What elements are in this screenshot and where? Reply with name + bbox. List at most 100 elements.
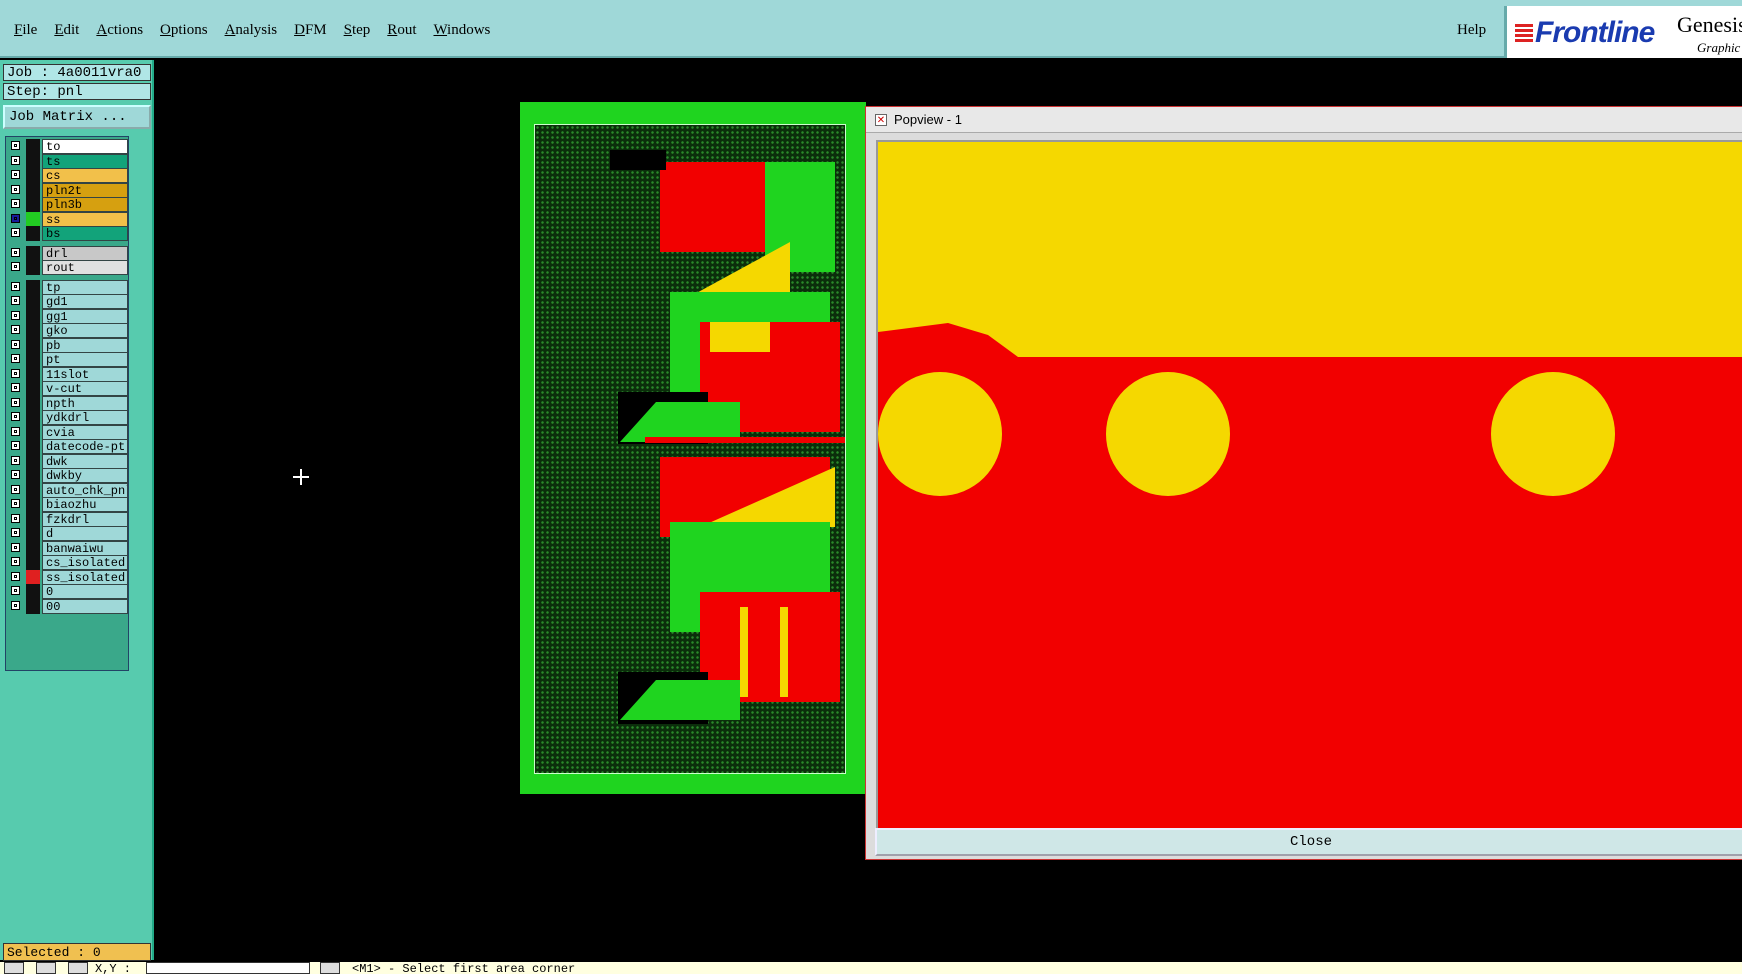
- layer-name[interactable]: 11slot: [42, 366, 128, 382]
- menu-edit[interactable]: Edit: [54, 22, 79, 39]
- layer-row[interactable]: biaozhu: [6, 497, 128, 512]
- layer-checkbox[interactable]: [11, 484, 20, 494]
- menu-dfm[interactable]: DFM: [294, 22, 327, 39]
- layer-name[interactable]: pln3b: [42, 197, 128, 212]
- job-matrix-button[interactable]: Job Matrix ...: [3, 105, 151, 129]
- layer-row[interactable]: cs: [6, 168, 128, 183]
- menu-analysis[interactable]: Analysis: [225, 22, 278, 39]
- layer-row[interactable]: pt: [6, 352, 128, 367]
- layer-row[interactable]: drl: [6, 245, 128, 261]
- layer-color-swatch[interactable]: [26, 526, 40, 541]
- layer-row[interactable]: gd1: [6, 294, 128, 309]
- layer-checkbox[interactable]: [11, 325, 20, 334]
- layer-checkbox[interactable]: [11, 141, 20, 150]
- layer-name[interactable]: ss_isolated: [42, 569, 128, 585]
- layer-checkbox[interactable]: [11, 262, 20, 271]
- menu-windows[interactable]: Windows: [433, 22, 490, 39]
- layer-name[interactable]: npth: [42, 395, 128, 411]
- layer-color-swatch[interactable]: [26, 511, 40, 527]
- layer-checkbox[interactable]: [11, 354, 20, 363]
- layer-row[interactable]: tp: [6, 279, 128, 295]
- layer-name[interactable]: cs: [42, 168, 128, 183]
- layer-row[interactable]: 11slot: [6, 366, 128, 382]
- layer-color-swatch[interactable]: [26, 139, 40, 154]
- layer-checkbox[interactable]: [11, 310, 20, 320]
- layer-checkbox[interactable]: [11, 441, 20, 450]
- layer-row[interactable]: d: [6, 526, 128, 541]
- layer-color-swatch[interactable]: [26, 468, 40, 483]
- layer-name[interactable]: fzkdrl: [42, 511, 128, 527]
- layer-color-swatch[interactable]: [26, 381, 40, 396]
- layer-row[interactable]: 00: [6, 598, 128, 614]
- layer-color-swatch[interactable]: [26, 555, 40, 570]
- layer-checkbox[interactable]: [11, 296, 20, 305]
- layer-color-swatch[interactable]: [26, 598, 40, 614]
- layer-color-swatch[interactable]: [26, 453, 40, 469]
- layer-color-swatch[interactable]: [26, 569, 40, 585]
- layer-checkbox[interactable]: [11, 586, 20, 595]
- layer-name[interactable]: dwk: [42, 453, 128, 469]
- layer-color-swatch[interactable]: [26, 323, 40, 338]
- layer-row[interactable]: dwkby: [6, 468, 128, 483]
- layer-row[interactable]: pb: [6, 337, 128, 353]
- layer-name[interactable]: auto_chk_pnl: [42, 482, 128, 498]
- window-close-icon[interactable]: ✕: [875, 114, 887, 126]
- layer-checkbox[interactable]: [11, 513, 20, 523]
- layer-checkbox[interactable]: [11, 499, 20, 508]
- layer-color-swatch[interactable]: [26, 245, 40, 261]
- layer-checkbox[interactable]: [11, 397, 20, 407]
- layer-color-swatch[interactable]: [26, 182, 40, 198]
- layer-row[interactable]: datecode-pt: [6, 439, 128, 454]
- layer-checkbox[interactable]: [11, 339, 20, 349]
- layer-checkbox[interactable]: [11, 213, 20, 223]
- layer-name[interactable]: dwkby: [42, 468, 128, 483]
- zoom-button[interactable]: [4, 962, 24, 974]
- layer-color-swatch[interactable]: [26, 366, 40, 382]
- layer-row[interactable]: ydkdrl: [6, 410, 128, 425]
- popview-titlebar[interactable]: ✕ Popview - 1: [866, 107, 1742, 133]
- layer-color-swatch[interactable]: [26, 395, 40, 411]
- layer-name[interactable]: cvia: [42, 424, 128, 440]
- xy-input[interactable]: [146, 962, 310, 974]
- layer-color-swatch[interactable]: [26, 352, 40, 367]
- layer-row[interactable]: bs: [6, 226, 128, 241]
- layer-row[interactable]: v-cut: [6, 381, 128, 396]
- close-button[interactable]: Close: [875, 828, 1742, 856]
- menu-help[interactable]: Help: [1457, 22, 1486, 39]
- layer-color-swatch[interactable]: [26, 424, 40, 440]
- layer-color-swatch[interactable]: [26, 294, 40, 309]
- layer-name[interactable]: 00: [42, 598, 128, 614]
- layer-row[interactable]: gko: [6, 323, 128, 338]
- layer-row[interactable]: banwaiwu: [6, 540, 128, 556]
- layer-checkbox[interactable]: [11, 571, 20, 581]
- layer-row[interactable]: ss_isolated: [6, 569, 128, 585]
- layer-color-swatch[interactable]: [26, 497, 40, 512]
- layer-color-swatch[interactable]: [26, 197, 40, 212]
- layer-checkbox[interactable]: [11, 557, 20, 566]
- layer-row[interactable]: fzkdrl: [6, 511, 128, 527]
- layer-color-swatch[interactable]: [26, 439, 40, 454]
- layer-color-swatch[interactable]: [26, 337, 40, 353]
- layer-checkbox[interactable]: [11, 228, 20, 237]
- layer-checkbox[interactable]: [11, 528, 20, 537]
- layer-name[interactable]: bs: [42, 226, 128, 241]
- layer-name[interactable]: pt: [42, 352, 128, 367]
- layer-checkbox[interactable]: [11, 470, 20, 479]
- layer-row[interactable]: pln2t: [6, 182, 128, 198]
- layer-name[interactable]: gd1: [42, 294, 128, 309]
- layer-name[interactable]: tp: [42, 279, 128, 295]
- layer-name[interactable]: rout: [42, 260, 128, 275]
- layer-color-swatch[interactable]: [26, 279, 40, 295]
- layer-name[interactable]: ts: [42, 153, 128, 169]
- layer-row[interactable]: auto_chk_pnl: [6, 482, 128, 498]
- layer-name[interactable]: d: [42, 526, 128, 541]
- menu-step[interactable]: Step: [344, 22, 371, 39]
- layer-name[interactable]: datecode-pt: [42, 439, 128, 454]
- layer-row[interactable]: ss: [6, 211, 128, 227]
- layer-checkbox[interactable]: [11, 170, 20, 179]
- layer-color-swatch[interactable]: [26, 410, 40, 425]
- layer-row[interactable]: cvia: [6, 424, 128, 440]
- layer-checkbox[interactable]: [11, 155, 20, 165]
- layer-name[interactable]: pln2t: [42, 182, 128, 198]
- menu-rout[interactable]: Rout: [387, 22, 416, 39]
